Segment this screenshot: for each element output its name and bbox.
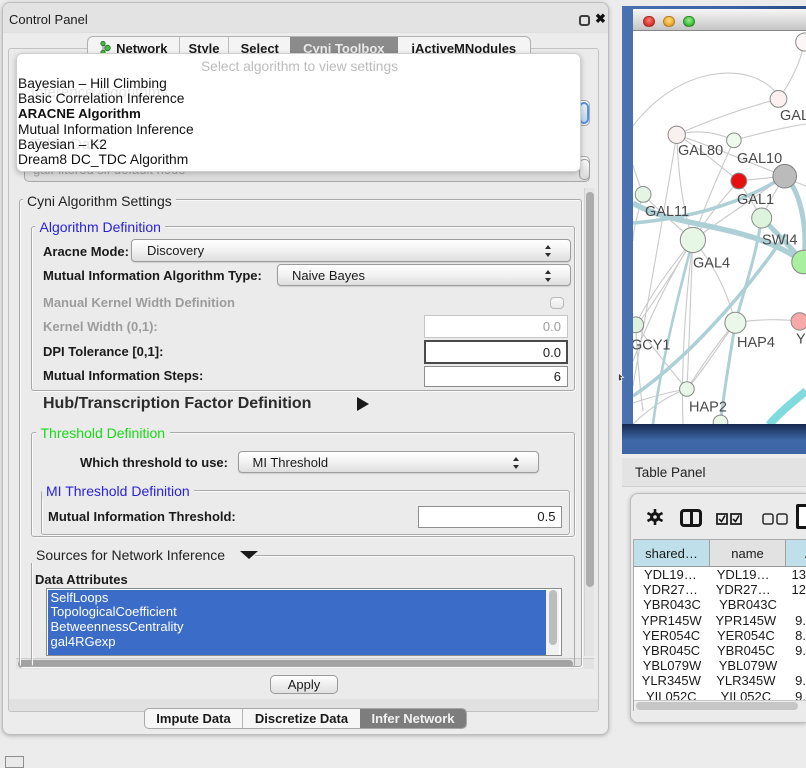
svg-text:GAL11: GAL11: [645, 204, 689, 220]
svg-text:GAL4: GAL4: [693, 256, 730, 272]
svg-text:GAL80: GAL80: [678, 143, 723, 159]
svg-text:GCY1: GCY1: [633, 338, 671, 354]
svg-text:SWI4: SWI4: [762, 233, 797, 249]
svg-text:HAP2: HAP2: [689, 400, 727, 416]
svg-text:GAL10: GAL10: [737, 151, 782, 167]
svg-text:GAL1: GAL1: [737, 192, 774, 208]
svg-text:Y: Y: [796, 332, 806, 348]
svg-text:GAL7: GAL7: [780, 108, 806, 124]
svg-text:HAP4: HAP4: [737, 335, 775, 351]
